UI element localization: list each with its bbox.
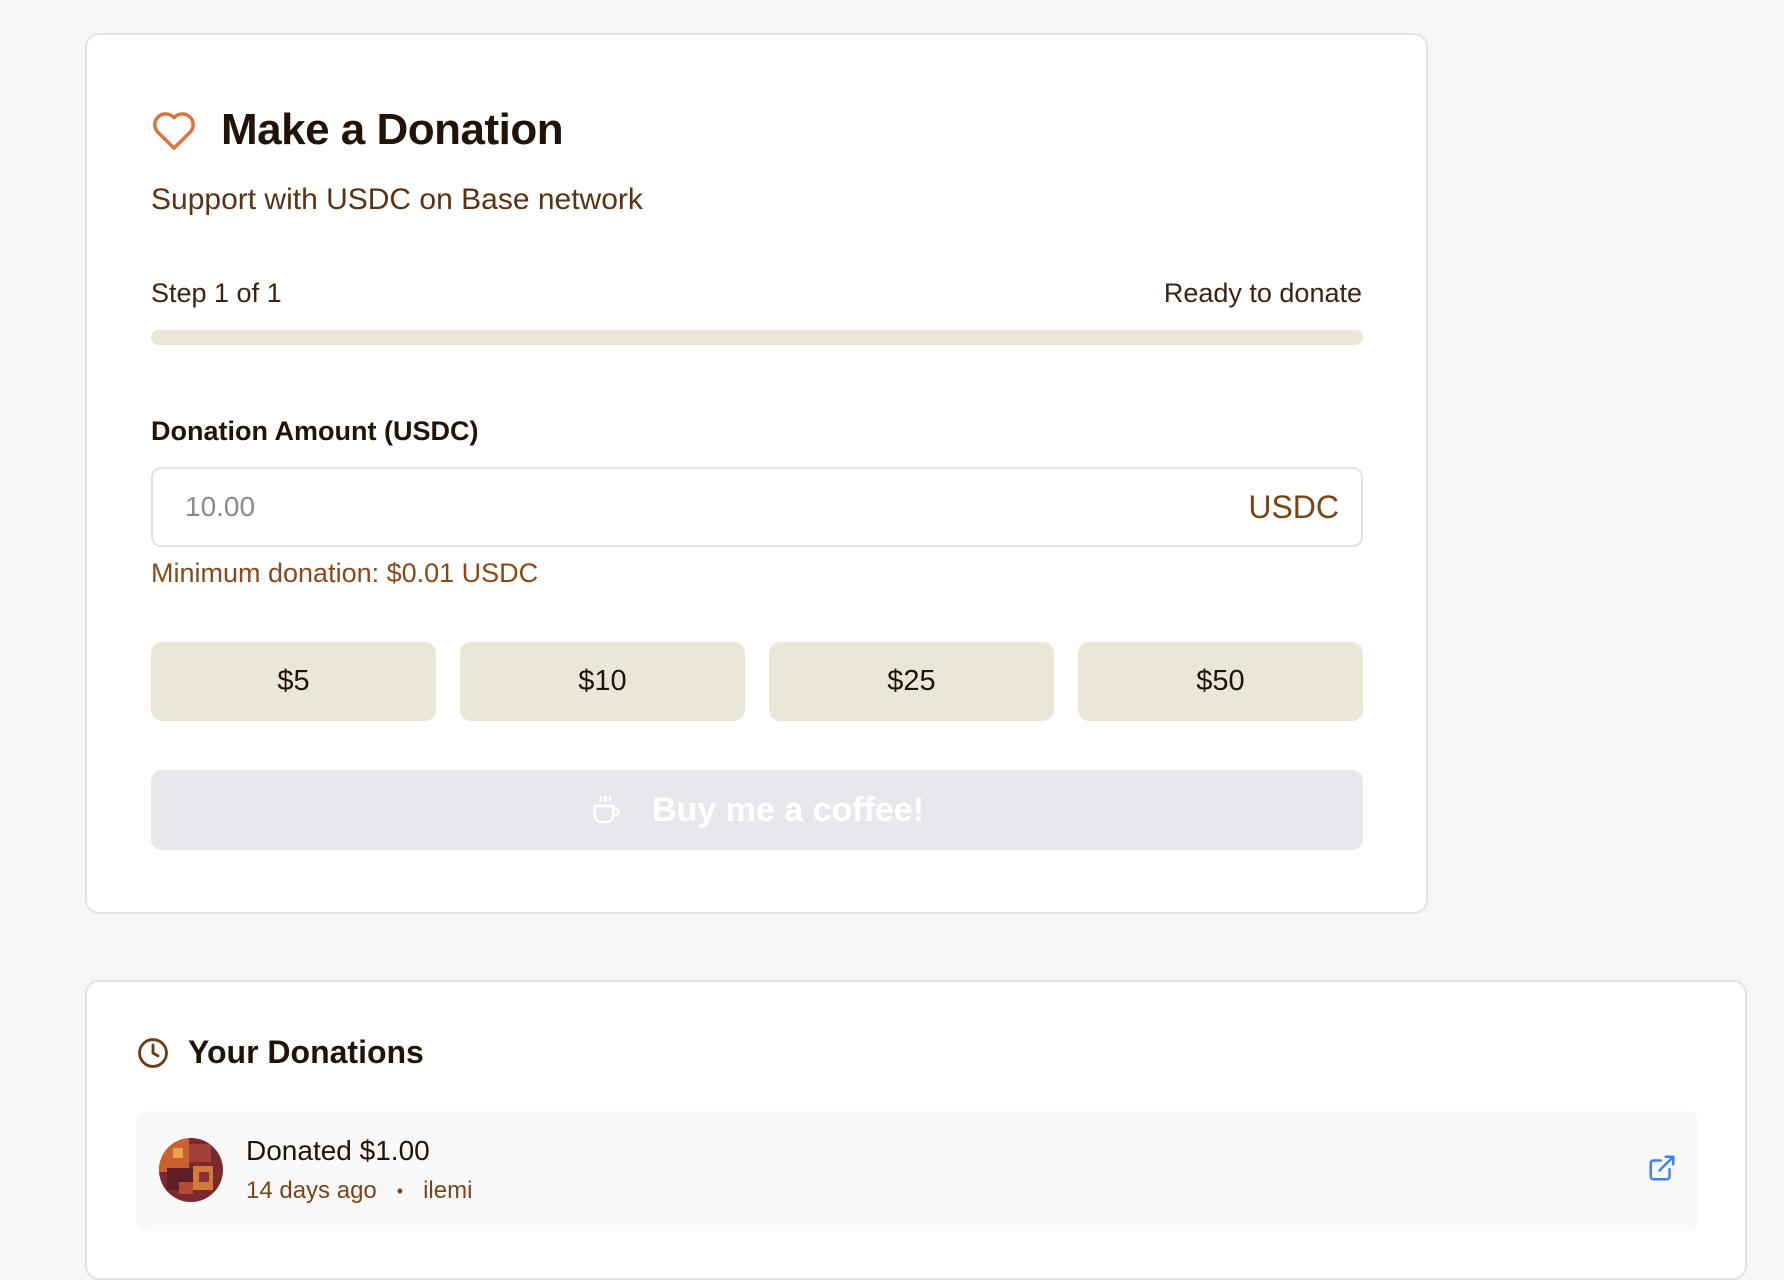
donor-name: ilemi xyxy=(423,1177,473,1204)
history-header: Your Donations xyxy=(136,1034,424,1071)
donation-card: Make a Donation Support with USDC on Bas… xyxy=(85,33,1428,914)
preset-10-button[interactable]: $10 xyxy=(460,642,745,721)
external-link-icon[interactable] xyxy=(1647,1153,1677,1183)
preset-50-button[interactable]: $50 xyxy=(1078,642,1363,721)
donation-amount: Donated $1.00 xyxy=(246,1135,430,1166)
preset-5-button[interactable]: $5 xyxy=(151,642,436,721)
amount-label: Donation Amount (USDC) xyxy=(151,416,479,446)
avatar xyxy=(159,1138,223,1202)
page-title: Make a Donation xyxy=(221,105,564,154)
buy-coffee-button[interactable]: Buy me a coffee! xyxy=(151,770,1363,850)
clock-icon xyxy=(136,1036,170,1070)
progress-fill xyxy=(151,330,1363,345)
history-title: Your Donations xyxy=(188,1034,424,1070)
heart-icon xyxy=(151,109,197,151)
amount-field: USDC xyxy=(151,467,1363,547)
donation-list-item: Donated $1.00 14 days ago • ilemi xyxy=(136,1111,1699,1231)
preset-amounts: $5 $10 $25 $50 xyxy=(151,642,1363,721)
step-indicator: Step 1 of 1 xyxy=(151,278,282,308)
donations-history-card: Your Donations Donated $1.00 14 days ago… xyxy=(85,980,1747,1280)
coffee-cup-icon xyxy=(590,795,622,825)
preset-25-button[interactable]: $25 xyxy=(769,642,1054,721)
donation-time: 14 days ago xyxy=(246,1177,377,1204)
step-status: Ready to donate xyxy=(1163,278,1362,308)
progress-bar xyxy=(151,330,1363,345)
subtitle: Support with USDC on Base network xyxy=(151,183,643,216)
donation-meta: 14 days ago • ilemi xyxy=(246,1177,472,1205)
minimum-donation-note: Minimum donation: $0.01 USDC xyxy=(151,558,539,588)
currency-suffix: USDC xyxy=(1248,488,1339,525)
buy-coffee-label: Buy me a coffee! xyxy=(651,790,925,829)
donation-header: Make a Donation xyxy=(151,105,564,155)
amount-input[interactable] xyxy=(153,468,1249,546)
meta-separator: • xyxy=(396,1180,404,1201)
